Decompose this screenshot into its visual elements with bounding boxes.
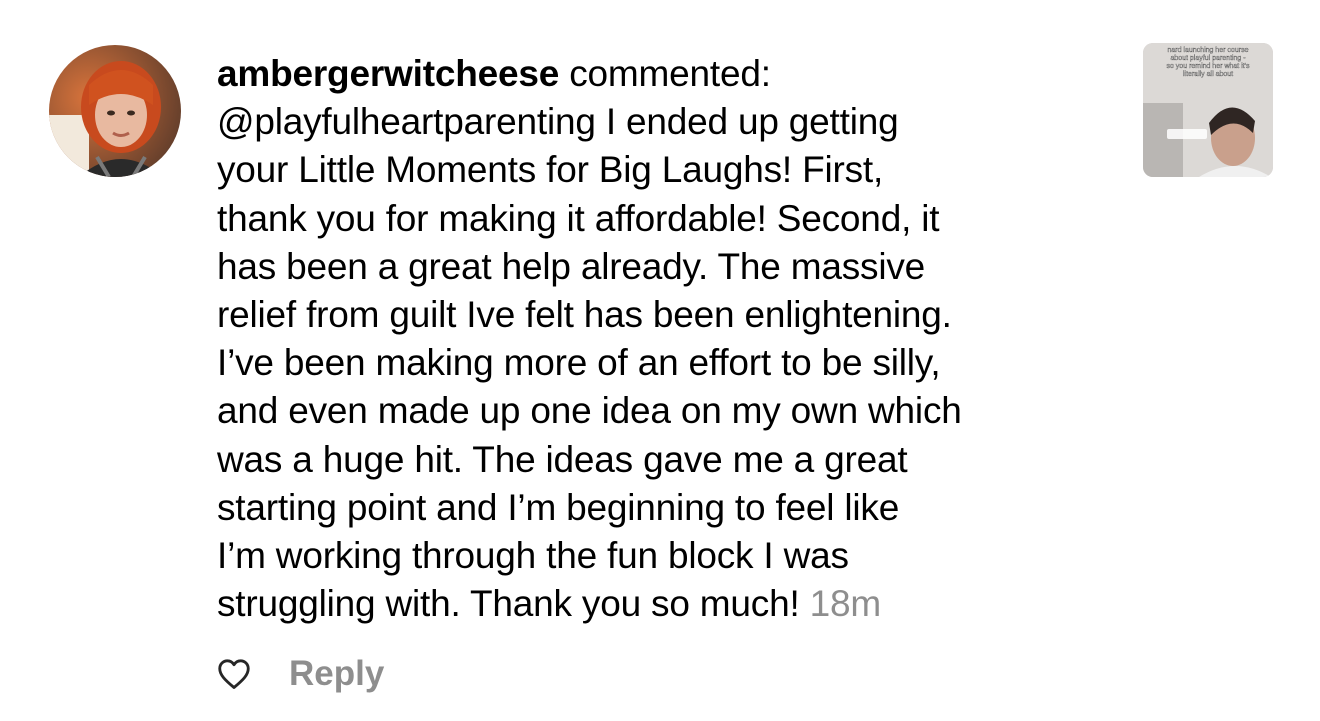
thumbnail-caption-line: about playful parenting - [1170, 55, 1246, 62]
comment-line: @playfulheartparenting I ended up gettin… [217, 101, 899, 143]
comment-line: relief from guilt Ive felt has been enli… [217, 294, 952, 336]
heart-outline-icon[interactable] [216, 656, 252, 692]
comment-line: thank you for making it affordable! Seco… [217, 197, 940, 239]
comment-line: starting point and I’m beginning to feel… [217, 486, 900, 528]
comment-actions: Reply [216, 654, 384, 694]
comment-line: I’ve been making more of an effort to be… [217, 342, 941, 384]
reply-button[interactable]: Reply [289, 654, 384, 694]
avatar[interactable] [49, 45, 181, 177]
comment-line: I’m working through the fun block I was [217, 535, 849, 577]
comment-body: ambergerwitcheese commented: @playfulhea… [217, 50, 1117, 628]
avatar-image [49, 45, 181, 177]
comment-line: was a huge hit. The ideas gave me a grea… [217, 438, 908, 480]
thumbnail-caption-line: so you remind her what it's [1166, 63, 1250, 70]
comment-line: has been a great help already. The massi… [217, 245, 926, 287]
comment-timestamp: 18m [809, 583, 882, 625]
post-thumbnail-image: nard launching her course about playful … [1143, 43, 1273, 177]
comment-line: your Little Moments for Big Laughs! Firs… [217, 149, 884, 191]
comment-text-end: struggling with. Thank you so much! [217, 583, 800, 625]
thumbnail-caption-line: nard launching her course [1168, 47, 1249, 54]
comment-line: ambergerwitcheese commented: [217, 50, 1117, 98]
comment-line: struggling with. Thank you so much! 18m [217, 580, 1117, 628]
post-thumbnail[interactable]: nard launching her course about playful … [1143, 43, 1273, 177]
comment-action: commented: [569, 53, 771, 94]
comment-username[interactable]: ambergerwitcheese [217, 53, 559, 94]
thumbnail-caption-line: literally all about [1183, 71, 1233, 78]
comment-line: and even made up one idea on my own whic… [217, 390, 962, 432]
